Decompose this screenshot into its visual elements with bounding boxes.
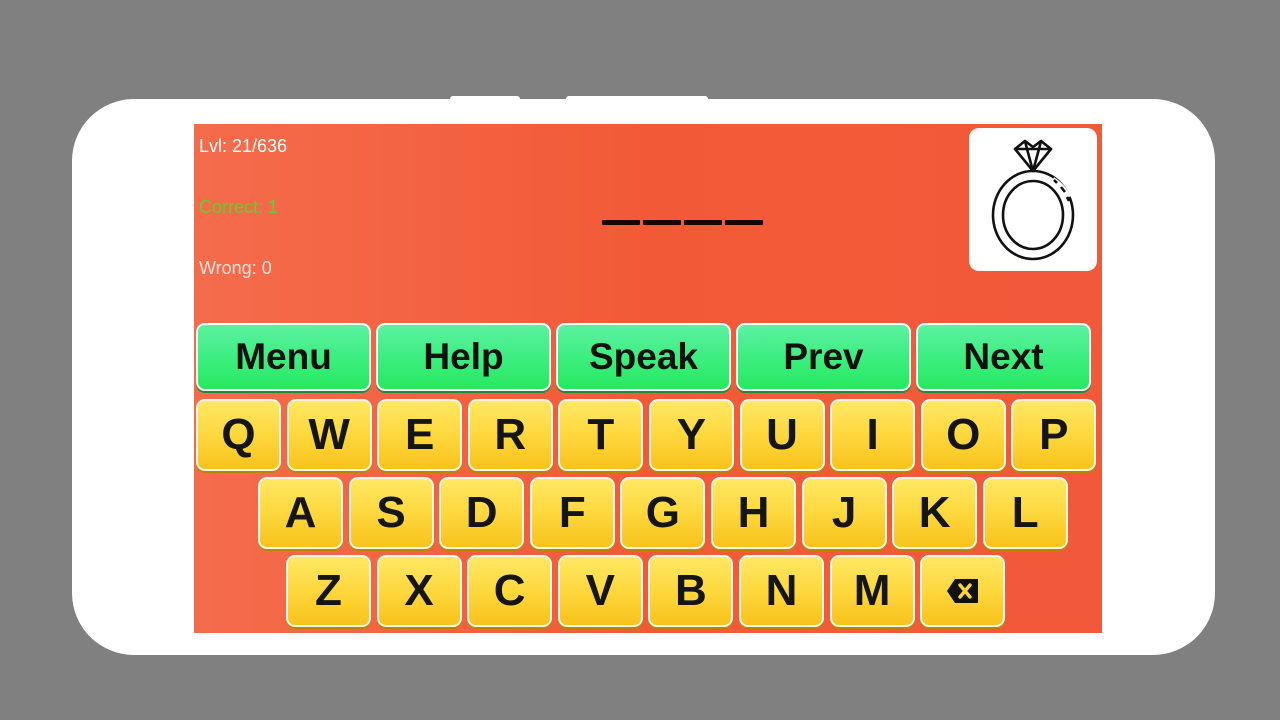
help-button[interactable]: Help (376, 323, 551, 391)
menu-button[interactable]: Menu (196, 323, 371, 391)
key-s[interactable]: S (348, 477, 434, 549)
key-t[interactable]: T (558, 399, 644, 471)
keyboard-row-3: Z X C V B N M (286, 555, 1006, 627)
key-z[interactable]: Z (286, 555, 371, 627)
level-counter: Lvl: 21/636 (199, 136, 288, 156)
letter-blank (643, 220, 681, 225)
key-m[interactable]: M (829, 555, 915, 627)
key-h[interactable]: H (710, 477, 796, 549)
keyboard-row-1: Q W E R T Y U I O P (196, 399, 1097, 471)
key-p[interactable]: P (1011, 399, 1097, 471)
game-screen: Lvl: 21/636 Correct: 1 Wrong: 0 Menu Hel… (194, 124, 1102, 633)
speak-button[interactable]: Speak (556, 323, 731, 391)
key-u[interactable]: U (739, 399, 825, 471)
key-a[interactable]: A (258, 477, 343, 549)
key-r[interactable]: R (467, 399, 553, 471)
hint-image-card (969, 128, 1097, 271)
key-x[interactable]: X (376, 555, 462, 627)
letter-blank (684, 220, 722, 225)
key-y[interactable]: Y (648, 399, 734, 471)
correct-counter: Correct: 1 (199, 197, 279, 217)
key-e[interactable]: E (377, 399, 463, 471)
next-button[interactable]: Next (916, 323, 1091, 391)
phone-button-left (450, 96, 520, 102)
key-g[interactable]: G (620, 477, 706, 549)
key-f[interactable]: F (529, 477, 615, 549)
key-v[interactable]: V (557, 555, 643, 627)
key-b[interactable]: B (648, 555, 734, 627)
diamond-ring-icon (991, 139, 1075, 260)
action-buttons: Menu Help Speak Prev Next (196, 323, 1091, 391)
key-c[interactable]: C (467, 555, 553, 627)
key-n[interactable]: N (738, 555, 824, 627)
keyboard-row-2: A S D F G H J K L (258, 477, 1068, 549)
key-l[interactable]: L (982, 477, 1068, 549)
key-d[interactable]: D (439, 477, 525, 549)
key-i[interactable]: I (830, 399, 916, 471)
letter-blank (725, 220, 763, 225)
key-j[interactable]: J (801, 477, 887, 549)
word-blanks (602, 220, 763, 225)
key-k[interactable]: K (892, 477, 978, 549)
phone-button-right (566, 96, 708, 102)
backspace-icon (946, 579, 978, 603)
key-q[interactable]: Q (196, 399, 281, 471)
key-o[interactable]: O (920, 399, 1006, 471)
backspace-key[interactable] (920, 555, 1006, 627)
key-w[interactable]: W (286, 399, 372, 471)
letter-blank (602, 220, 640, 225)
prev-button[interactable]: Prev (736, 323, 911, 391)
wrong-counter: Wrong: 0 (199, 258, 272, 278)
